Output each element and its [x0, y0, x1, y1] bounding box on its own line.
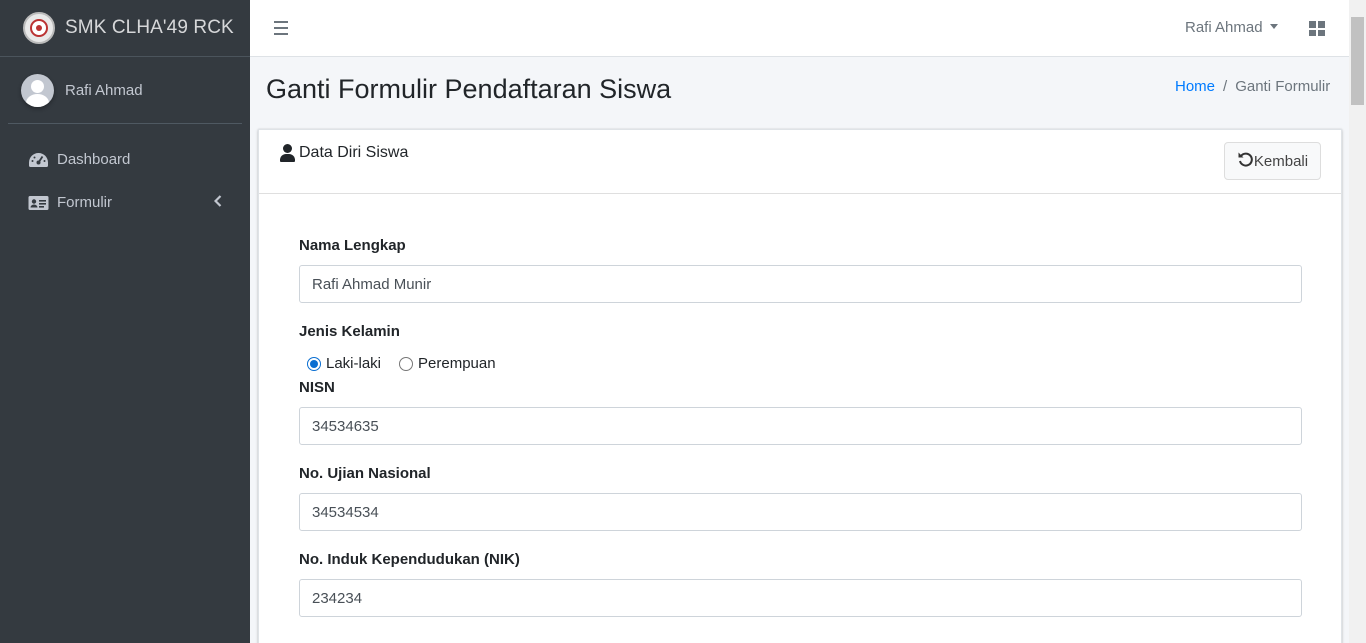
page-title: Ganti Formulir Pendaftaran Siswa	[266, 74, 672, 104]
back-button[interactable]: Kembali	[1224, 142, 1321, 180]
gender-option-laki[interactable]: Laki-laki	[307, 355, 381, 372]
user-panel[interactable]: Rafi Ahmad	[8, 57, 242, 124]
back-button-label: Kembali	[1253, 152, 1309, 170]
sidebar-nav: Dashboard Formulir	[0, 139, 250, 223]
brand-link[interactable]: SMK CLHA'49 RCK	[0, 0, 250, 57]
radio-label: Perempuan	[418, 355, 496, 372]
sidebar-item-label: Formulir	[57, 194, 112, 211]
radio-laki[interactable]	[307, 356, 321, 371]
breadcrumb-home-link[interactable]: Home	[1175, 78, 1215, 95]
sidebar-item-formulir[interactable]: Formulir	[8, 182, 242, 223]
tachometer-icon	[27, 151, 49, 169]
gender-radio-group: Laki-laki Perempuan	[307, 355, 514, 372]
un-value: 34534534	[312, 503, 379, 521]
card-header: Data Diri Siswa Kembali	[259, 130, 1341, 194]
breadcrumb: Home / Ganti Formulir	[1175, 78, 1330, 95]
chevron-left-icon	[213, 195, 222, 210]
nik-label: No. Induk Kependudukan (NIK)	[299, 551, 520, 568]
page-scrollbar[interactable]	[1349, 0, 1366, 643]
sidebar-user-name[interactable]: Rafi Ahmad	[65, 82, 143, 99]
caret-down-icon	[1269, 24, 1278, 29]
sidebar-item-dashboard[interactable]: Dashboard	[8, 139, 242, 180]
breadcrumb-current: Ganti Formulir	[1235, 78, 1331, 95]
school-logo-icon	[23, 12, 55, 44]
id-card-icon	[27, 194, 49, 212]
nik-value: 234234	[312, 589, 363, 607]
radio-label: Laki-laki	[326, 355, 382, 372]
breadcrumb-separator: /	[1223, 78, 1228, 95]
menu-toggle-icon[interactable]	[274, 21, 288, 35]
nama-value: Rafi Ahmad Munir	[312, 275, 432, 293]
sidebar-item-label: Dashboard	[57, 151, 131, 168]
user-dropdown[interactable]: Rafi Ahmad	[1185, 19, 1278, 36]
scrollbar-thumb[interactable]	[1351, 17, 1364, 105]
nisn-label: NISN	[299, 379, 335, 396]
nisn-value: 34534635	[312, 417, 379, 435]
un-input[interactable]: 34534534	[299, 493, 1302, 531]
nama-label: Nama Lengkap	[299, 237, 406, 254]
nik-input[interactable]: 234234	[299, 579, 1302, 617]
apps-grid-icon[interactable]	[1309, 21, 1325, 36]
nama-input[interactable]: Rafi Ahmad Munir	[299, 265, 1302, 303]
card-title: Data Diri Siswa	[279, 144, 408, 162]
topbar-user-name: Rafi Ahmad	[1185, 19, 1263, 36]
un-label: No. Ujian Nasional	[299, 465, 431, 482]
gender-option-perempuan[interactable]: Perempuan	[399, 355, 496, 372]
avatar	[21, 73, 54, 107]
brand-name: SMK CLHA'49 RCK	[65, 17, 234, 38]
top-navbar: Rafi Ahmad	[250, 0, 1349, 57]
gender-label: Jenis Kelamin	[299, 323, 400, 340]
user-icon	[279, 144, 295, 162]
card-title-text: Data Diri Siswa	[299, 144, 409, 161]
sidebar: SMK CLHA'49 RCK Rafi Ahmad Dashboard For…	[0, 0, 250, 643]
nisn-input[interactable]: 34534635	[299, 407, 1302, 445]
radio-perempuan[interactable]	[399, 356, 414, 371]
student-data-card: Data Diri Siswa Kembali Nama Lengkap Raf…	[258, 129, 1342, 643]
undo-icon	[1237, 151, 1253, 171]
